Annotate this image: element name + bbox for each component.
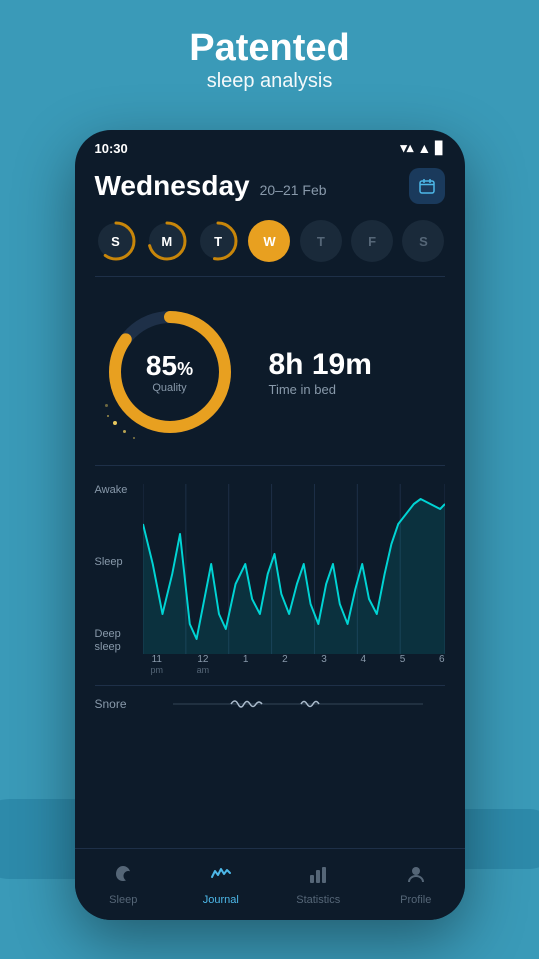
snore-label: Snore <box>95 697 151 711</box>
statistics-icon <box>307 863 329 891</box>
week-day-m[interactable]: M <box>146 220 188 262</box>
sleep-graph: Awake Sleep Deepsleep <box>95 484 445 675</box>
wifi-icon: ▾▴ <box>400 140 413 156</box>
quality-label: Quality <box>146 382 193 394</box>
week-day-s2[interactable]: S <box>402 220 444 262</box>
tib-label: Time in bed <box>269 382 372 397</box>
journal-icon <box>210 863 232 891</box>
graph-canvas <box>143 484 445 654</box>
statistics-label: Statistics <box>296 894 340 906</box>
app-subtitle: sleep analysis <box>0 70 539 93</box>
awake-label: Awake <box>95 484 135 496</box>
profile-icon <box>405 863 427 891</box>
signal-icon: ▲ <box>417 140 431 156</box>
phone-frame: 10:30 ▾▴ ▲ ▊ Wednesday 20–21 Feb <box>75 130 465 920</box>
bottom-nav: Sleep Journal Statistics <box>75 848 465 920</box>
sleep-stats: 85% Quality 8h 19m Time in bed <box>95 297 445 466</box>
snore-row: Snore <box>95 685 445 722</box>
day-label: Wednesday <box>95 170 250 202</box>
snore-wave <box>151 694 445 714</box>
nav-item-statistics[interactable]: Statistics <box>270 849 368 920</box>
profile-label: Profile <box>400 894 431 906</box>
tib-time: 8h 19m <box>269 348 372 382</box>
deep-sleep-label: Deepsleep <box>95 628 135 654</box>
time-axis: 11 pm 12 am 1 2 3 4 5 6 <box>151 654 445 675</box>
time-display: 10:30 <box>95 141 128 156</box>
nav-item-journal[interactable]: Journal <box>172 849 270 920</box>
week-day-t1[interactable]: T <box>197 220 239 262</box>
status-bar: 10:30 ▾▴ ▲ ▊ <box>75 130 465 160</box>
week-day-f[interactable]: F <box>351 220 393 262</box>
date-row: Wednesday 20–21 Feb <box>95 168 445 204</box>
sleep-label: Sleep <box>109 894 137 906</box>
status-icons: ▾▴ ▲ ▊ <box>400 140 444 156</box>
week-day-s1[interactable]: S <box>95 220 137 262</box>
app-title: Patented <box>0 28 539 70</box>
quality-percent: 85% <box>146 350 193 382</box>
sleep-label: Sleep <box>95 556 135 568</box>
date-main: Wednesday 20–21 Feb <box>95 170 327 202</box>
calendar-button[interactable] <box>409 168 445 204</box>
header-section: Patented sleep analysis <box>0 0 539 111</box>
date-range: 20–21 Feb <box>260 182 327 198</box>
time-in-bed: 8h 19m Time in bed <box>269 348 372 397</box>
week-day-t2[interactable]: T <box>300 220 342 262</box>
sleep-icon <box>112 863 134 891</box>
donut-container: 85% Quality <box>95 297 245 447</box>
nav-item-sleep[interactable]: Sleep <box>75 849 173 920</box>
graph-y-labels: Awake Sleep Deepsleep <box>95 484 143 654</box>
nav-item-profile[interactable]: Profile <box>367 849 465 920</box>
battery-icon: ▊ <box>435 141 444 155</box>
journal-label: Journal <box>203 894 239 906</box>
week-day-w[interactable]: W <box>248 220 290 262</box>
week-row: S M T W T <box>95 220 445 277</box>
